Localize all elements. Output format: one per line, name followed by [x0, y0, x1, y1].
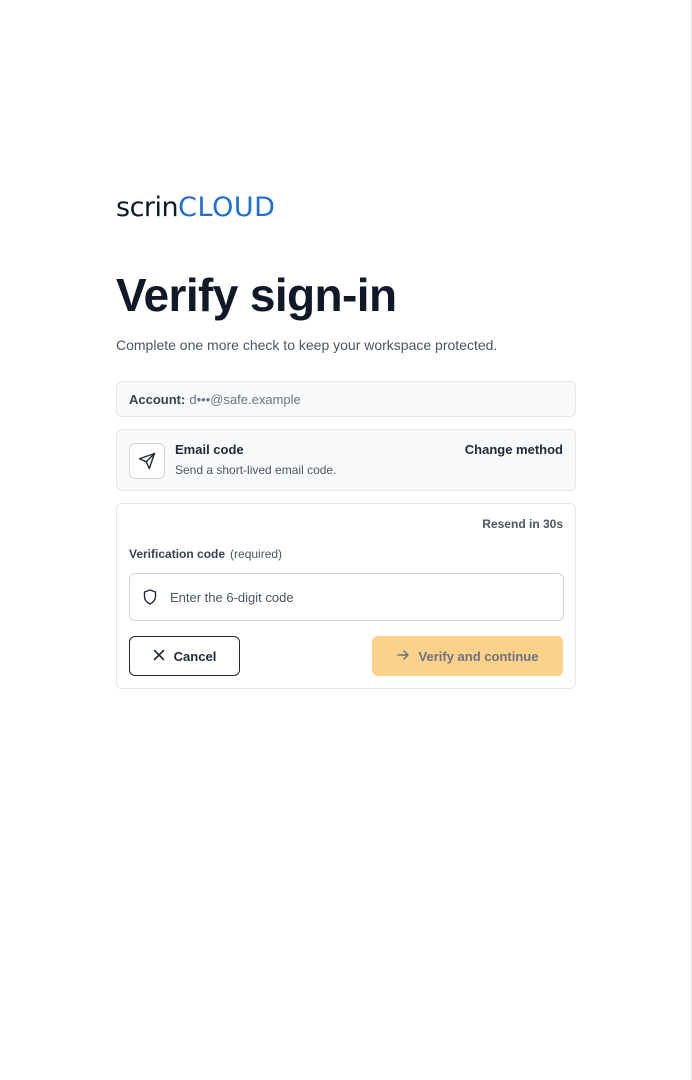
- send-icon: [129, 443, 165, 479]
- change-method-link[interactable]: Change method: [465, 442, 563, 457]
- resend-timer: Resend in 30s: [482, 517, 563, 531]
- account-label: Account:: [129, 391, 186, 407]
- verification-code-label: Verification code (required): [129, 547, 282, 561]
- logo-text-right: CLOUD: [178, 192, 276, 223]
- cancel-button[interactable]: Cancel: [129, 636, 240, 676]
- close-icon: [153, 649, 165, 664]
- page-title: Verify sign-in: [116, 269, 397, 321]
- shield-icon: [143, 589, 157, 610]
- verification-code-input[interactable]: [170, 574, 550, 620]
- verify-continue-button[interactable]: Verify and continue: [372, 636, 563, 676]
- field-label-text: Verification code: [129, 547, 226, 561]
- verification-code-field[interactable]: [129, 573, 564, 621]
- logo-text-left: scrin: [116, 192, 179, 223]
- page-subtitle: Complete one more check to keep your wor…: [116, 337, 498, 353]
- verification-method: Email code Send a short-lived email code…: [116, 429, 576, 491]
- method-description: Send a short-lived email code.: [175, 463, 337, 477]
- verification-card: Resend in 30s Verification code (require…: [116, 503, 576, 689]
- brand-logo: scrin CLOUD: [116, 192, 275, 222]
- account-summary: Account: d•••@safe.example: [116, 381, 576, 417]
- account-email: d•••@safe.example: [189, 391, 301, 407]
- arrow-right-icon: [396, 649, 409, 664]
- verify-button-label: Verify and continue: [418, 648, 539, 664]
- required-indicator: (required): [230, 547, 283, 561]
- method-title: Email code: [175, 442, 244, 457]
- cancel-button-label: Cancel: [173, 648, 217, 664]
